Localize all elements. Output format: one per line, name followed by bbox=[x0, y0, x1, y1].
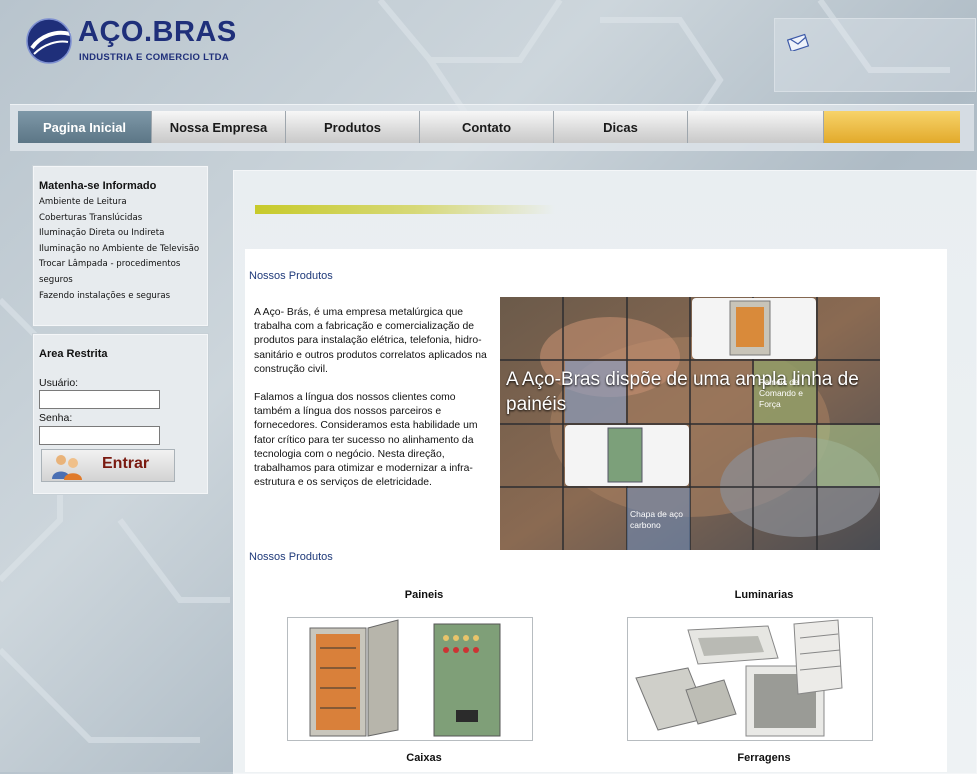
username-input[interactable] bbox=[39, 390, 160, 409]
globe-logo-icon bbox=[26, 18, 72, 64]
info-link[interactable]: Iluminação Direta ou Indireta bbox=[39, 226, 205, 242]
nav-item-pagina-inicial[interactable]: Pagina Inicial bbox=[18, 111, 152, 143]
banner-headline: A Aço-Bras dispõe de uma ampla linha de … bbox=[506, 369, 859, 415]
product-title-paineis[interactable]: Paineis bbox=[304, 589, 544, 601]
info-title: Matenha-se Informado bbox=[39, 180, 157, 192]
product-title-caixas[interactable]: Caixas bbox=[304, 752, 544, 764]
nav-item-produtos[interactable]: Produtos bbox=[286, 111, 420, 143]
info-link[interactable]: Trocar Lâmpada - procedimentos seguros bbox=[39, 257, 205, 288]
banner-caption: Painéis de Comando e Força bbox=[759, 377, 803, 409]
nav-item-nossa-empresa[interactable]: Nossa Empresa bbox=[152, 111, 286, 143]
banner-caption: Chapa de aço carbono bbox=[630, 509, 683, 530]
login-label: Entrar bbox=[102, 455, 150, 472]
luminaire-image bbox=[635, 619, 843, 737]
intro-paragraph: A Aço- Brás, é uma empresa metalúrgica q… bbox=[254, 307, 487, 375]
restricted-title: Area Restrita bbox=[39, 348, 108, 360]
contact-mail-box bbox=[774, 18, 976, 92]
info-box: Matenha-se Informado Ambiente de Leitura… bbox=[33, 166, 208, 326]
product-title-ferragens[interactable]: Ferragens bbox=[644, 752, 884, 764]
company-logo[interactable]: AÇO.BRAS INDUSTRIA E COMERCIO LTDA bbox=[26, 16, 256, 68]
info-link[interactable]: Fazendo instalações e seguras bbox=[39, 289, 205, 305]
nav-accent-block bbox=[824, 111, 960, 143]
intro-paragraph: Falamos a língua dos nossos clientes com… bbox=[254, 392, 478, 489]
nav-item-dicas[interactable]: Dicas bbox=[554, 111, 688, 143]
username-label: Usuário: bbox=[39, 377, 79, 389]
password-input[interactable] bbox=[39, 426, 160, 445]
info-links: Ambiente de Leitura Coberturas Translúci… bbox=[39, 195, 205, 304]
users-icon bbox=[52, 455, 82, 480]
product-image-paineis[interactable] bbox=[287, 617, 533, 741]
panel-cabinet-image bbox=[309, 619, 501, 737]
info-link[interactable]: Ambiente de Leitura bbox=[39, 195, 205, 211]
nav-item-contato[interactable]: Contato bbox=[420, 111, 554, 143]
company-subtitle: INDUSTRIA E COMERCIO LTDA bbox=[79, 52, 229, 63]
decorative-bar bbox=[255, 205, 555, 214]
password-label: Senha: bbox=[39, 412, 73, 424]
nav-item-empty bbox=[688, 111, 824, 143]
product-banner[interactable]: A Aço-Bras dispõe de uma ampla linha de … bbox=[500, 297, 880, 550]
section-label-products: Nossos Produtos bbox=[249, 270, 333, 282]
intro-text: A Aço- Brás, é uma empresa metalúrgica q… bbox=[254, 306, 494, 504]
restricted-area-box: Area Restrita Usuário: Senha: Entrar bbox=[33, 334, 208, 494]
info-link[interactable]: Coberturas Translúcidas bbox=[39, 211, 205, 227]
envelope-icon[interactable] bbox=[787, 31, 811, 51]
banner-image bbox=[500, 297, 880, 550]
main-nav: Pagina Inicial Nossa Empresa Produtos Co… bbox=[18, 111, 960, 143]
product-image-luminarias[interactable] bbox=[627, 617, 873, 741]
product-title-luminarias[interactable]: Luminarias bbox=[644, 589, 884, 601]
info-link[interactable]: Iluminação no Ambiente de Televisão bbox=[39, 242, 205, 258]
company-name: AÇO.BRAS bbox=[78, 16, 237, 48]
section-label-products: Nossos Produtos bbox=[249, 551, 333, 563]
login-button[interactable]: Entrar bbox=[41, 449, 175, 482]
